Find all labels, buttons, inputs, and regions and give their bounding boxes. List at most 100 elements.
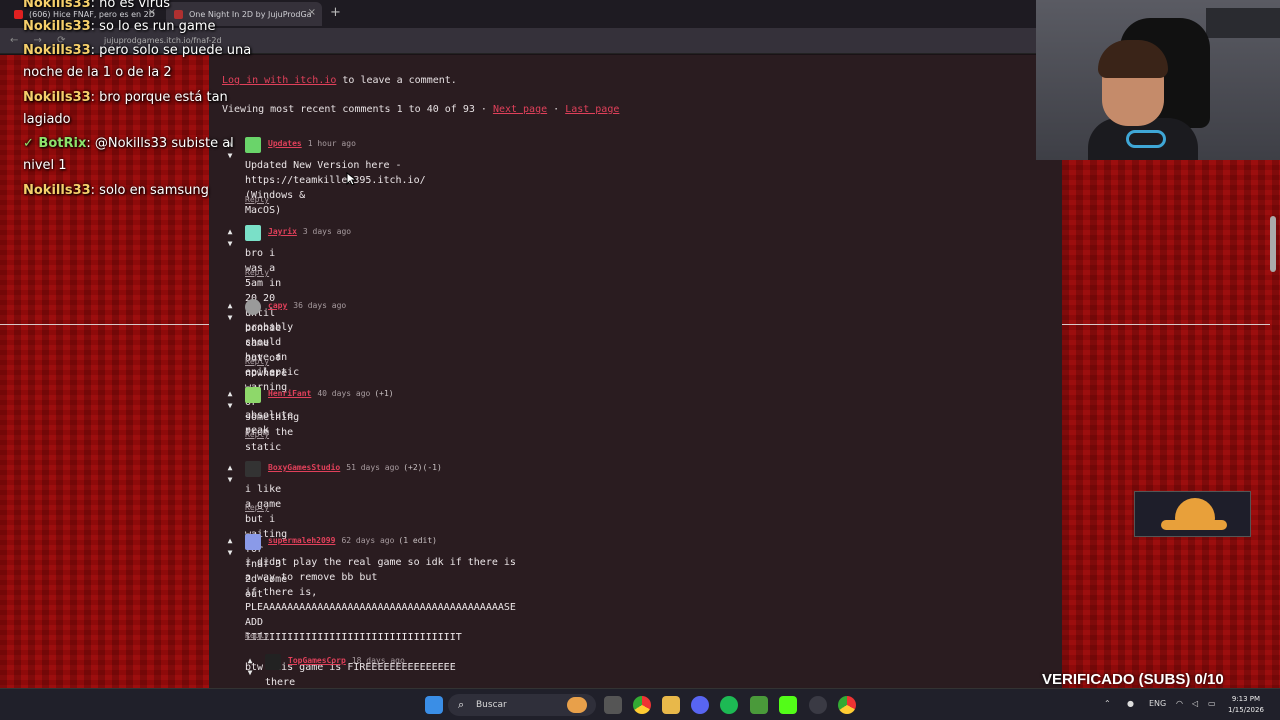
mouse-cursor-icon: [346, 172, 356, 186]
chat-message: Nokills33: pero solo se puede una: [23, 39, 251, 62]
wifi-icon[interactable]: ◠: [1176, 699, 1183, 708]
sticker-overlay: [1134, 491, 1251, 537]
chat-text: : solo en samsung: [90, 183, 209, 198]
widget-icon[interactable]: [567, 697, 587, 713]
chat-message: ✓ BotRix: @Nokills33 subiste al: [23, 132, 234, 155]
comment-author[interactable]: Updates: [268, 139, 302, 148]
discord-icon[interactable]: [691, 696, 709, 714]
chat-message: nivel 1: [23, 154, 67, 177]
chat-username: Nokills33: [23, 90, 91, 105]
downvote-icon[interactable]: ▼: [223, 237, 237, 251]
webcam-overlay: [1036, 0, 1280, 160]
chat-text: : bro porque está tan: [90, 90, 228, 105]
edit-count: (1 edit): [398, 536, 437, 545]
search-icon: ⌕: [458, 698, 465, 711]
right-background: [1062, 160, 1280, 688]
avatar[interactable]: [265, 654, 281, 670]
comment-author[interactable]: supermaleh2099: [268, 536, 335, 545]
chrome-active-icon[interactable]: [838, 696, 856, 714]
vote-count: (+2)(-1): [403, 463, 442, 472]
login-link[interactable]: Log in with itch.io: [222, 75, 336, 86]
windows-taskbar: ⌕ Buscar ⌃ ● ENG ◠ ◁ ▭ 9:13 PM 1/15/2026: [0, 688, 1280, 720]
obs-icon[interactable]: [809, 696, 827, 714]
spotify-icon[interactable]: [720, 696, 738, 714]
chat-text: : no es virus: [90, 0, 171, 11]
pagination-info: Viewing most recent comments 1 to 40 of …: [222, 104, 619, 115]
comments-page: Log in with itch.io to leave a comment. …: [209, 55, 1062, 688]
new-tab-button[interactable]: +: [330, 5, 341, 20]
search-placeholder: Buscar: [476, 700, 507, 710]
chat-text: noche de la 1 o de la 2: [23, 65, 172, 80]
chat-username: Nokills33: [23, 0, 91, 11]
chat-message: Nokills33: so lo es run game: [23, 15, 215, 38]
subs-goal-label: VERIFICADO (SUBS) 0/10: [1042, 671, 1224, 688]
comment-meta: HenriFant 40 days ago (+1): [268, 389, 394, 398]
downvote-icon[interactable]: ▼: [223, 311, 237, 325]
reply-link[interactable]: Reply: [245, 195, 269, 204]
chat-username: BotRix: [38, 136, 87, 151]
taskbar-clock[interactable]: 9:13 PM 1/15/2026: [1228, 694, 1264, 716]
reply-link[interactable]: Reply: [245, 503, 269, 512]
login-suffix: to leave a comment.: [336, 75, 457, 86]
comment-body: Updated New Version here - https://teamk…: [245, 160, 426, 216]
comment-author[interactable]: capy: [268, 301, 287, 310]
comment-time: 51 days ago: [346, 463, 400, 472]
youtube-favicon-icon: [14, 9, 23, 19]
avatar[interactable]: [245, 387, 261, 403]
comment-author[interactable]: Jayrix: [268, 227, 297, 236]
task-view-icon[interactable]: [604, 696, 622, 714]
chat-message: Nokills33: bro porque está tan: [23, 86, 228, 109]
chrome-icon[interactable]: [633, 696, 651, 714]
chat-username: Nokills33: [23, 43, 91, 58]
folder-icon[interactable]: [662, 696, 680, 714]
chat-message: Nokills33: no es virus: [23, 0, 170, 15]
clock-date: 1/15/2026: [1228, 706, 1264, 714]
tray-chevron-icon[interactable]: ⌃: [1104, 699, 1111, 708]
comment-meta: BoxyGamesStudio 51 days ago (+2)(-1): [268, 463, 442, 472]
comment-time: 62 days ago: [341, 536, 395, 545]
chat-text: lagiado: [23, 112, 71, 127]
reply-link[interactable]: Reply: [245, 430, 269, 439]
page-scrollbar[interactable]: [1270, 216, 1276, 272]
reply-link[interactable]: Reply: [245, 268, 269, 277]
comment-time: 40 days ago: [317, 389, 371, 398]
start-icon[interactable]: [425, 696, 443, 714]
kick-icon[interactable]: [779, 696, 797, 714]
minecraft-icon[interactable]: [750, 696, 768, 714]
comment-meta: TopGamesCorp 18 days ago: [288, 656, 405, 665]
bot-badge-icon: ✓: [23, 136, 39, 151]
close-tab-icon[interactable]: ×: [308, 7, 316, 18]
downvote-icon[interactable]: ▼: [223, 546, 237, 560]
chat-text: nivel 1: [23, 158, 67, 173]
battery-icon[interactable]: ▭: [1208, 699, 1216, 708]
clock-time: 9:13 PM: [1231, 695, 1261, 703]
reply-link[interactable]: Reply: [245, 357, 269, 366]
downvote-icon[interactable]: ▼: [223, 399, 237, 413]
mic-icon[interactable]: ●: [1127, 699, 1134, 708]
avatar[interactable]: [245, 299, 261, 315]
viewing-text: Viewing most recent comments 1 to 40 of …: [222, 104, 493, 115]
volume-icon[interactable]: ◁: [1192, 699, 1198, 708]
chat-message: Nokills33: solo en samsung: [23, 179, 209, 202]
avatar[interactable]: [245, 137, 261, 153]
comment-time: 36 days ago: [293, 301, 347, 310]
next-page-link[interactable]: Next page: [493, 104, 547, 115]
chat-username: Nokills33: [23, 183, 91, 198]
reply-link[interactable]: Reply: [245, 631, 269, 640]
language-indicator[interactable]: ENG: [1149, 699, 1166, 708]
avatar[interactable]: [245, 461, 261, 477]
comment-author[interactable]: TopGamesCorp: [288, 656, 346, 665]
comment-author[interactable]: BoxyGamesStudio: [268, 463, 340, 472]
avatar[interactable]: [245, 225, 261, 241]
comment-meta: capy 36 days ago: [268, 301, 346, 310]
comment-time: 18 days ago: [351, 656, 405, 665]
downvote-icon[interactable]: ▼: [223, 473, 237, 487]
last-page-link[interactable]: Last page: [565, 104, 619, 115]
avatar[interactable]: [245, 534, 261, 550]
comment-meta: Jayrix 3 days ago: [268, 227, 351, 236]
chat-text: : so lo es run game: [90, 19, 216, 34]
chat-message: lagiado: [23, 108, 71, 131]
comment-author[interactable]: HenriFant: [268, 389, 311, 398]
comment-meta: supermaleh2099 62 days ago (1 edit): [268, 536, 437, 545]
downvote-icon[interactable]: ▼: [243, 666, 257, 680]
